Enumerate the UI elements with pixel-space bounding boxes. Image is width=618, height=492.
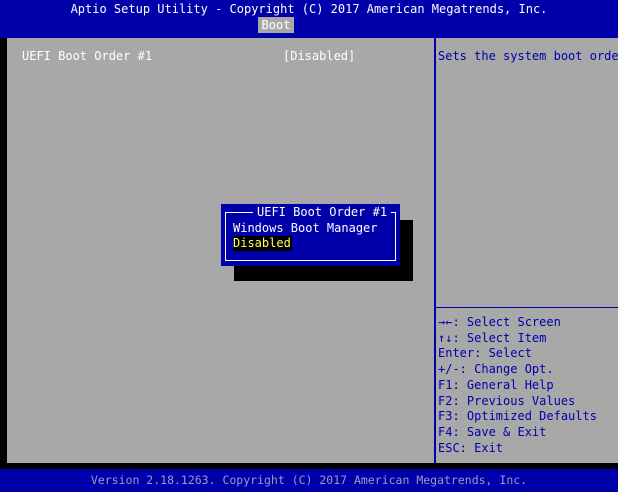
key-general-help: F1: General Help (438, 377, 554, 392)
help-description: Sets the system boot order (438, 49, 618, 63)
header-bar: Aptio Setup Utility - Copyright (C) 2017… (0, 0, 618, 38)
popup-option-windows-boot-manager[interactable]: Windows Boot Manager (233, 221, 378, 236)
key-legend: →←: Select Screen ↑↓: Select Item Enter:… (438, 315, 597, 456)
boot-order-popup: UEFI Boot Order #1 Windows Boot Manager … (221, 204, 400, 266)
popup-option-disabled[interactable]: Disabled (233, 236, 292, 251)
help-separator (436, 307, 618, 308)
key-esc-exit: ESC: Exit (438, 440, 504, 455)
tab-boot[interactable]: Boot (258, 17, 294, 33)
key-change-opt: +/-: Change Opt. (438, 362, 554, 377)
bios-screen: Aptio Setup Utility - Copyright (C) 2017… (0, 0, 618, 492)
version-copyright: Version 2.18.1263. Copyright (C) 2017 Am… (90, 473, 528, 487)
key-previous-values: F2: Previous Values (438, 393, 576, 408)
uefi-boot-order-value[interactable]: [Disabled] (283, 48, 355, 64)
key-optimized-defaults: F3: Optimized Defaults (438, 409, 597, 424)
key-save-exit: F4: Save & Exit (438, 424, 547, 439)
uefi-boot-order-label[interactable]: UEFI Boot Order #1 (22, 48, 152, 64)
key-select-item: ↑↓: Select Item (438, 330, 547, 345)
key-select-screen: →←: Select Screen (438, 315, 561, 329)
utility-title: Aptio Setup Utility - Copyright (C) 2017… (70, 2, 548, 16)
footer-bar: Version 2.18.1263. Copyright (C) 2017 Am… (0, 469, 618, 492)
key-enter-select: Enter: Select (438, 346, 532, 361)
panel-divider (434, 38, 436, 463)
popup-title: UEFI Boot Order #1 (253, 205, 392, 219)
